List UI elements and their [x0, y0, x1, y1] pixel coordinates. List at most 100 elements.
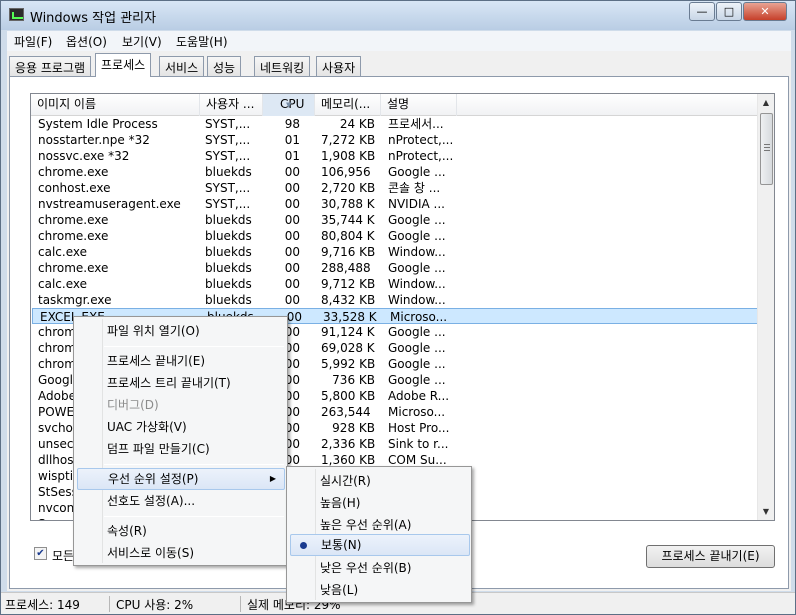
process-list-header: 이미지 이름 사용자 ... ▼ CPU 메모리(... 설명 — [31, 94, 759, 116]
process-user: SYST,... — [205, 149, 251, 163]
window-title: Windows 작업 관리자 — [30, 11, 157, 26]
minimize-button[interactable]: — — [689, 2, 715, 21]
process-cpu: 00 — [284, 213, 300, 227]
menu-end-process[interactable]: 프로세스 끝내기(E) — [77, 350, 283, 372]
table-row[interactable]: chrome.exe bluekds 00 35,744 KB Google ... — [31, 212, 759, 228]
menu-separator — [104, 516, 284, 517]
process-cpu: 00 — [284, 293, 300, 307]
table-row[interactable]: nvstreamuseragent.exe SYST,... 00 30,788 KB… — [31, 196, 759, 212]
tab-users[interactable]: 사용자 — [316, 56, 362, 76]
process-memory: 9,716 KB — [321, 245, 375, 259]
process-cpu: 00 — [284, 165, 300, 179]
process-cpu: 00 — [284, 277, 300, 291]
table-row[interactable]: chrome.exe bluekds 00 80,804 KB Google ... — [31, 228, 759, 244]
process-cpu: 98 — [284, 117, 300, 131]
menu-set-affinity[interactable]: 선호도 설정(A)... — [77, 490, 283, 512]
table-row[interactable]: nosstarter.npe *32 SYST,... 01 7,272 KB nPro… — [31, 132, 759, 148]
process-memory: 24 KB — [339, 117, 375, 131]
process-memory: 33,528 KB — [323, 310, 377, 324]
process-description: Google ... — [388, 165, 446, 179]
table-row[interactable]: calc.exe bluekds 00 9,716 KB Window... — [31, 244, 759, 260]
process-image-name: taskmgr.exe — [38, 293, 112, 307]
process-memory: 7,272 KB — [321, 133, 375, 147]
process-cpu: 00 — [284, 181, 300, 195]
process-user: bluekds — [205, 229, 252, 243]
menu-options[interactable]: 옵션(O) — [66, 33, 107, 50]
priority-below-normal[interactable]: 낮은 우선 순위(B) — [290, 557, 468, 579]
menu-properties[interactable]: 속성(R) — [77, 520, 283, 542]
maximize-button[interactable]: □ — [716, 2, 742, 21]
process-image-name: System Idle Process — [38, 117, 158, 131]
process-image-name: nossvc.exe *32 — [38, 149, 130, 163]
process-description: 프로세서... — [388, 117, 444, 131]
priority-high[interactable]: 높음(H) — [290, 492, 468, 514]
title-bar: Windows 작업 관리자 — □ ✕ — [1, 1, 795, 30]
process-cpu: 01 — [284, 133, 300, 147]
table-row[interactable]: calc.exe bluekds 00 9,712 KB Window... — [31, 276, 759, 292]
menu-file[interactable]: 파일(F) — [14, 33, 52, 50]
menu-set-priority-label: 우선 순위 설정(P) — [108, 472, 199, 486]
tab-networking[interactable]: 네트워킹 — [254, 56, 311, 76]
process-memory: 30,788 KB — [321, 197, 375, 211]
menu-separator — [104, 346, 284, 347]
process-cpu: 00 — [284, 261, 300, 275]
tab-processes[interactable]: 프로세스 — [95, 53, 152, 77]
table-row[interactable]: taskmgr.exe bluekds 00 8,432 KB Window... — [31, 292, 759, 308]
vertical-scrollbar[interactable]: ▲ ▼ — [757, 94, 774, 520]
menu-create-dump-file[interactable]: 덤프 파일 만들기(C) — [77, 438, 283, 460]
process-cpu: 00 — [284, 197, 300, 211]
priority-above-normal[interactable]: 높은 우선 순위(A) — [290, 514, 468, 536]
tab-applications[interactable]: 응용 프로그램 — [9, 56, 92, 76]
process-image-name: nvstreamuseragent.exe — [38, 197, 181, 211]
scroll-thumb[interactable] — [760, 113, 773, 185]
process-memory: 9,712 KB — [321, 277, 375, 291]
menu-view[interactable]: 보기(V) — [122, 33, 162, 50]
show-all-users-checkbox[interactable]: ✔ — [34, 547, 47, 560]
process-cpu: 01 — [284, 149, 300, 163]
process-memory: 91,124 KB — [321, 325, 375, 339]
scroll-up-icon[interactable]: ▲ — [758, 94, 774, 111]
priority-normal[interactable]: 보통(N) — [290, 534, 470, 556]
menu-set-priority[interactable]: 우선 순위 설정(P) ▶ — [77, 468, 285, 490]
column-description[interactable]: 설명 — [381, 94, 457, 116]
process-memory: 263,544 ... — [321, 405, 375, 419]
tab-services[interactable]: 서비스 — [159, 56, 205, 76]
process-image-name: chrome.exe — [38, 165, 109, 179]
menu-uac-virtualization[interactable]: UAC 가상화(V) — [77, 416, 283, 438]
table-row[interactable]: chrome.exe bluekds 00 288,488 ... Google ... — [31, 260, 759, 276]
process-memory: 2,720 KB — [321, 181, 375, 195]
tab-performance[interactable]: 성능 — [207, 56, 242, 76]
process-user: bluekds — [205, 293, 252, 307]
process-user: SYST,... — [205, 197, 251, 211]
menu-go-to-service[interactable]: 서비스로 이동(S) — [77, 542, 283, 564]
table-row[interactable]: nossvc.exe *32 SYST,... 01 1,908 KB nProtect… — [31, 148, 759, 164]
table-row[interactable]: System Idle Process SYST,... 98 24 KB 프로세서..… — [31, 116, 759, 132]
menu-help[interactable]: 도움말(H) — [176, 33, 228, 50]
process-description: Microso... — [388, 405, 446, 419]
process-description: Google ... — [388, 261, 446, 275]
process-description: Google ... — [388, 341, 446, 355]
process-user: bluekds — [205, 165, 252, 179]
process-description: Window... — [388, 293, 446, 307]
process-description: Window... — [388, 277, 446, 291]
process-description: NVIDIA ... — [388, 197, 445, 211]
process-image-name: chrome.exe — [38, 229, 109, 243]
column-cpu[interactable]: ▼ CPU — [263, 94, 315, 116]
column-image-name[interactable]: 이미지 이름 — [31, 94, 200, 116]
end-process-button[interactable]: 프로세스 끝내기(E) — [646, 545, 775, 568]
priority-low[interactable]: 낮음(L) — [290, 579, 468, 601]
process-image-name: chrome.exe — [38, 213, 109, 227]
menu-open-file-location[interactable]: 파일 위치 열기(O) — [77, 320, 283, 342]
scroll-down-icon[interactable]: ▼ — [758, 503, 774, 520]
process-image-name: calc.exe — [38, 277, 87, 291]
column-memory[interactable]: 메모리(... — [315, 94, 381, 116]
show-all-users-label: 모든 — [52, 549, 75, 563]
priority-realtime[interactable]: 실시간(R) — [290, 470, 468, 492]
submenu-arrow-icon: ▶ — [269, 474, 276, 483]
close-button[interactable]: ✕ — [743, 2, 787, 21]
table-row[interactable]: conhost.exe SYST,... 00 2,720 KB 콘솔 창 ... — [31, 180, 759, 196]
column-user-name[interactable]: 사용자 ... — [200, 94, 263, 116]
process-user: bluekds — [205, 261, 252, 275]
table-row[interactable]: chrome.exe bluekds 00 106,956 ... Google ... — [31, 164, 759, 180]
menu-end-process-tree[interactable]: 프로세스 트리 끝내기(T) — [77, 372, 283, 394]
